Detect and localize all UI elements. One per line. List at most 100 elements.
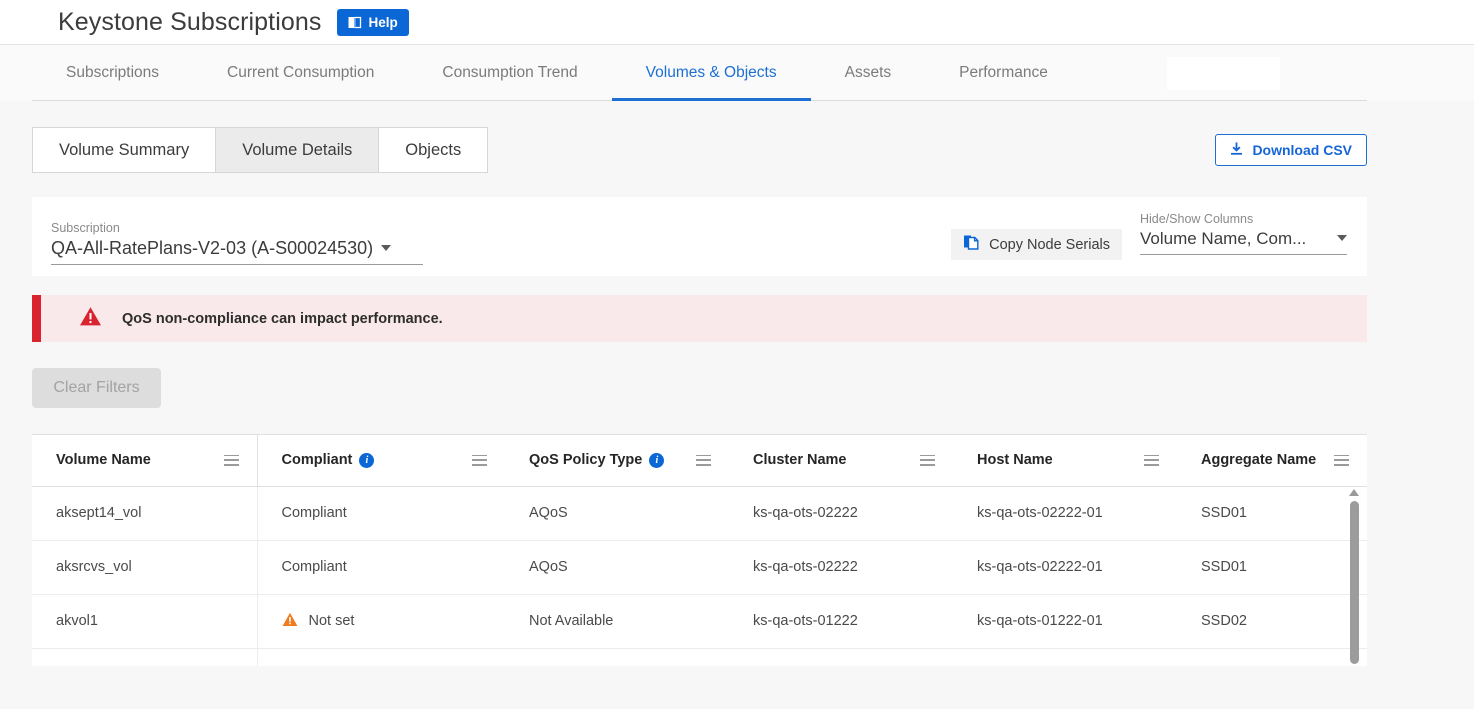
column-label: Aggregate Name: [1201, 452, 1316, 468]
cell-cluster-name: ks-qa-ots-03222: [729, 648, 953, 666]
cell-volume-name: aksrcvs_vol: [32, 540, 257, 594]
hide-show-columns-field: Hide/Show Columns Volume Name, Com...: [1140, 212, 1347, 266]
filter-right-group: Copy Node Serials Hide/Show Columns Volu…: [951, 212, 1347, 276]
table-body: aksept14_volCompliantAQoSks-qa-ots-02222…: [32, 486, 1367, 666]
qos-alert-text: QoS non-compliance can impact performanc…: [122, 311, 443, 327]
segment-volume-details[interactable]: Volume Details: [216, 128, 379, 172]
cell-qos-policy-type: Not Available: [505, 648, 729, 666]
copy-node-serials-label: Copy Node Serials: [989, 237, 1110, 253]
cell-host-name: ks-qa-ots-02222-01: [953, 540, 1177, 594]
cell-compliant: Compliant: [257, 540, 505, 594]
copy-node-serials-button[interactable]: Copy Node Serials: [951, 229, 1122, 260]
hide-show-columns-value: Volume Name, Com...: [1140, 229, 1306, 249]
tab-consumption-trend[interactable]: Consumption Trend: [408, 45, 611, 101]
column-header-aggregate-name[interactable]: Aggregate Name: [1177, 435, 1367, 486]
volume-details-table: Volume Name Compliant i: [32, 434, 1367, 666]
content-area: Volume Summary Volume Details Objects Do…: [0, 101, 1474, 666]
table-header-row: Volume Name Compliant i: [32, 435, 1367, 486]
column-header-host-name[interactable]: Host Name: [953, 435, 1177, 486]
main-tab-bar: Subscriptions Current Consumption Consum…: [0, 45, 1474, 101]
subscription-value: QA-All-RatePlans-V2-03 (A-S00024530): [51, 238, 373, 259]
table-row[interactable]: akvol1Not setNot Availableks-qa-ots-0122…: [32, 594, 1367, 648]
segment-volume-summary[interactable]: Volume Summary: [33, 128, 216, 172]
cell-host-name: ks-qa-ots-01222-01: [953, 594, 1177, 648]
column-header-qos-policy-type[interactable]: QoS Policy Type i: [505, 435, 729, 486]
cell-cluster-name: ks-qa-ots-01222: [729, 594, 953, 648]
column-label: Volume Name: [56, 452, 151, 468]
clear-filters-button[interactable]: Clear Filters: [32, 368, 161, 408]
cell-cluster-name: ks-qa-ots-02222: [729, 540, 953, 594]
column-label: Compliant: [282, 452, 353, 468]
help-button-label: Help: [368, 15, 397, 30]
copy-icon: [963, 234, 980, 255]
cell-compliant: Compliant: [257, 486, 505, 540]
title-bar: Keystone Subscriptions Help: [0, 0, 1474, 45]
warning-triangle-icon: [282, 612, 298, 631]
column-menu-icon[interactable]: [1334, 455, 1349, 466]
cell-aggregate-name: SSD02: [1177, 594, 1367, 648]
tab-current-consumption[interactable]: Current Consumption: [193, 45, 408, 101]
cell-volume-name: akvol1: [32, 648, 257, 666]
compliant-value: Compliant: [282, 505, 347, 521]
tab-performance[interactable]: Performance: [925, 45, 1082, 101]
chevron-down-icon: [1337, 235, 1347, 241]
table-row[interactable]: akvol1Not setNot Availableks-qa-ots-0322…: [32, 648, 1367, 666]
cell-qos-policy-type: AQoS: [505, 486, 729, 540]
qos-alert-banner: QoS non-compliance can impact performanc…: [32, 295, 1367, 342]
view-segmented-control: Volume Summary Volume Details Objects: [32, 127, 488, 173]
column-header-volume-name[interactable]: Volume Name: [32, 435, 257, 486]
help-button[interactable]: Help: [337, 9, 408, 36]
subscription-select[interactable]: QA-All-RatePlans-V2-03 (A-S00024530): [51, 238, 423, 265]
tab-assets[interactable]: Assets: [811, 45, 926, 101]
column-menu-icon[interactable]: [472, 455, 487, 466]
cell-compliant: Not set: [257, 594, 505, 648]
filter-card: Subscription QA-All-RatePlans-V2-03 (A-S…: [32, 197, 1367, 276]
table-row[interactable]: aksept14_volCompliantAQoSks-qa-ots-02222…: [32, 486, 1367, 540]
scrollbar-thumb[interactable]: [1350, 501, 1359, 664]
warning-triangle-icon: [282, 666, 298, 667]
column-menu-icon[interactable]: [1144, 455, 1159, 466]
download-icon: [1230, 142, 1243, 159]
cell-qos-policy-type: AQoS: [505, 540, 729, 594]
table-row[interactable]: aksrcvs_vol Compliant AQoSks-qa-ots-02222k…: [32, 540, 1367, 594]
hide-show-columns-label: Hide/Show Columns: [1140, 212, 1347, 226]
column-label: QoS Policy Type: [529, 452, 642, 468]
cell-volume-name: aksept14_vol: [32, 486, 257, 540]
compliant-value: Not set: [309, 613, 355, 629]
cell-cluster-name: ks-qa-ots-02222: [729, 486, 953, 540]
tab-subscriptions[interactable]: Subscriptions: [32, 45, 193, 101]
subscription-field: Subscription QA-All-RatePlans-V2-03 (A-S…: [51, 221, 423, 276]
column-menu-icon[interactable]: [224, 455, 239, 466]
subscription-label: Subscription: [51, 221, 423, 235]
cell-host-name: ks-qa-ots-02222-01: [953, 486, 1177, 540]
cell-host-name: ks-qa-ots-03222-01: [953, 648, 1177, 666]
warning-triangle-icon: [79, 306, 102, 332]
scroll-up-arrow-icon[interactable]: [1349, 489, 1359, 496]
column-menu-icon[interactable]: [920, 455, 935, 466]
tab-bar-placeholder: [1167, 57, 1280, 90]
segmented-toolbar-row: Volume Summary Volume Details Objects Do…: [32, 101, 1367, 173]
compliant-value: Compliant: [282, 559, 347, 575]
cell-compliant: Not set: [257, 648, 505, 666]
segment-objects[interactable]: Objects: [379, 128, 487, 172]
cell-aggregate-name: ks_qa_ots_03_01_VM_D...: [1177, 648, 1367, 666]
cell-aggregate-name: SSD01: [1177, 486, 1367, 540]
tab-volumes-objects[interactable]: Volumes & Objects: [612, 45, 811, 101]
info-icon[interactable]: i: [359, 453, 374, 468]
cell-qos-policy-type: Not Available: [505, 594, 729, 648]
column-label: Cluster Name: [753, 452, 846, 468]
column-menu-icon[interactable]: [696, 455, 711, 466]
download-csv-button[interactable]: Download CSV: [1215, 134, 1367, 166]
hide-show-columns-select[interactable]: Volume Name, Com...: [1140, 229, 1347, 255]
chevron-down-icon: [381, 245, 391, 251]
download-csv-label: Download CSV: [1252, 142, 1352, 158]
cell-volume-name: akvol1: [32, 594, 257, 648]
cell-aggregate-name: SSD01: [1177, 540, 1367, 594]
table-vertical-scrollbar[interactable]: [1347, 486, 1361, 666]
column-header-cluster-name[interactable]: Cluster Name: [729, 435, 953, 486]
column-label: Host Name: [977, 452, 1053, 468]
page-title: Keystone Subscriptions: [58, 8, 321, 37]
book-icon: [348, 16, 362, 29]
column-header-compliant[interactable]: Compliant i: [257, 435, 505, 486]
info-icon[interactable]: i: [649, 453, 664, 468]
